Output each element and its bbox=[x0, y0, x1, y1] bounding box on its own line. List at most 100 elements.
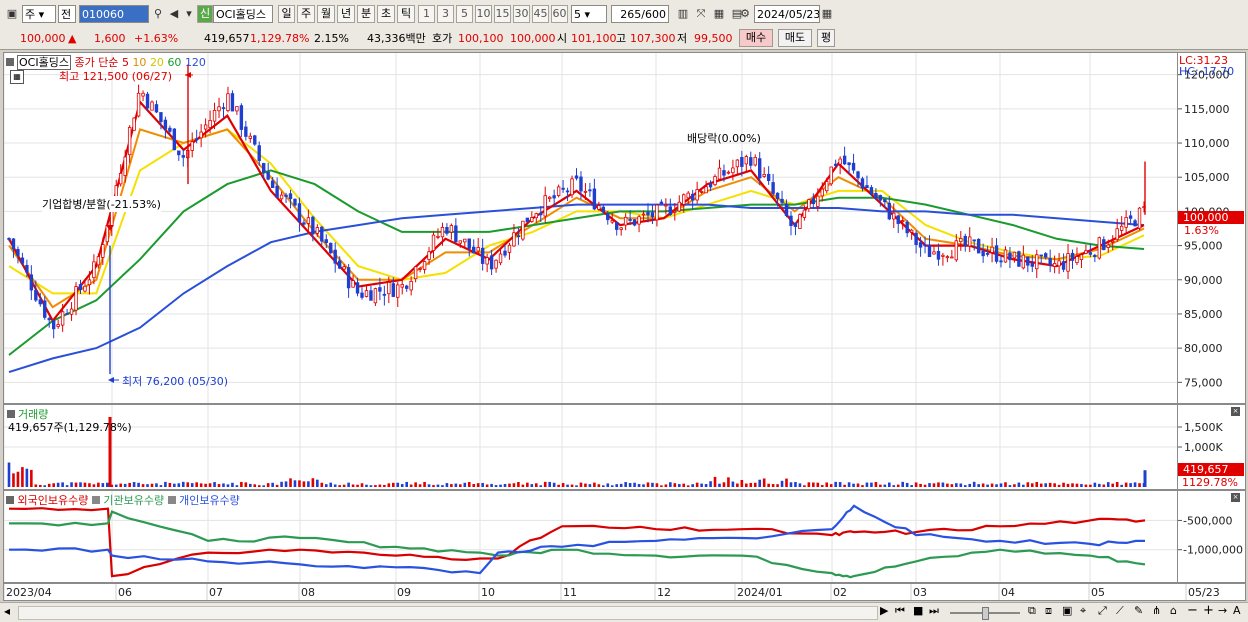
volume-bar bbox=[1138, 483, 1141, 487]
interval-45-button[interactable]: 45 bbox=[532, 5, 549, 23]
sell-button[interactable]: 매도 bbox=[778, 29, 812, 47]
candle-body bbox=[20, 257, 25, 264]
volume-bar bbox=[222, 483, 225, 487]
interval-30-button[interactable]: 30 bbox=[513, 5, 530, 23]
volume-bar bbox=[722, 482, 726, 487]
interval-3-button[interactable]: 3 bbox=[437, 5, 454, 23]
grid-icon[interactable]: ▦ bbox=[711, 5, 727, 23]
candle-body bbox=[793, 222, 798, 227]
candle-body bbox=[516, 235, 521, 238]
text-tool-icon[interactable]: ⌂ bbox=[1170, 604, 1177, 617]
volume-bar bbox=[780, 480, 784, 487]
candle-body bbox=[1088, 252, 1093, 255]
candle-body bbox=[883, 199, 887, 203]
gear-icon[interactable]: ⚙ bbox=[737, 5, 753, 23]
candle-body bbox=[364, 290, 369, 297]
candle-body bbox=[570, 178, 574, 196]
holdings-close-icon[interactable]: × bbox=[1231, 493, 1240, 502]
candle-body bbox=[623, 216, 628, 226]
draw-line-icon[interactable]: ⟋ bbox=[1116, 604, 1124, 618]
interval-select[interactable]: 5 ▾ bbox=[571, 5, 607, 23]
price-tick-label: 110,000 bbox=[1184, 137, 1230, 150]
stock-code-input[interactable]: 010060 bbox=[79, 5, 149, 23]
play-icon[interactable]: ▶ bbox=[880, 604, 888, 617]
sound-icon[interactable]: ◀ bbox=[166, 5, 182, 23]
interval-10-button[interactable]: 10 bbox=[475, 5, 492, 23]
pen-icon[interactable]: ✎ bbox=[1134, 604, 1143, 617]
price-tick-label: 80,000 bbox=[1184, 342, 1223, 355]
volume-bar bbox=[137, 482, 140, 487]
buy-button[interactable]: 매수 bbox=[739, 29, 773, 47]
interval-60-button[interactable]: 60 bbox=[551, 5, 568, 23]
rewind-icon[interactable]: ⏮ bbox=[895, 604, 905, 618]
window-icon[interactable]: ▣ bbox=[4, 5, 20, 23]
period-year-button[interactable]: 년 bbox=[337, 5, 355, 23]
volume-bar bbox=[713, 476, 717, 487]
volume-handle-icon[interactable] bbox=[7, 410, 15, 418]
period-second-button[interactable]: 초 bbox=[377, 5, 395, 23]
volume-bar bbox=[217, 484, 221, 487]
font-size-icon[interactable]: A bbox=[1233, 604, 1241, 617]
arrow-tool-icon[interactable]: → bbox=[1218, 604, 1227, 617]
interval-1-button[interactable]: 1 bbox=[418, 5, 435, 23]
interval-5-button[interactable]: 5 bbox=[456, 5, 473, 23]
search-icon[interactable]: ⚲ bbox=[150, 5, 166, 23]
stop-icon[interactable]: ■ bbox=[913, 604, 923, 617]
period-week-button[interactable]: 주 bbox=[297, 5, 315, 23]
candle-body bbox=[302, 222, 306, 225]
chevron-down-icon[interactable]: ▾ bbox=[181, 5, 197, 23]
legend-handle-icon[interactable] bbox=[6, 58, 14, 66]
interval-15-button[interactable]: 15 bbox=[494, 5, 511, 23]
candle-body bbox=[458, 240, 463, 244]
candle-body bbox=[1035, 254, 1039, 270]
zoom-in-icon[interactable]: + bbox=[1203, 603, 1214, 618]
period-minute-button[interactable]: 분 bbox=[357, 5, 375, 23]
volume-bar bbox=[351, 484, 355, 487]
period-month-button[interactable]: 월 bbox=[317, 5, 335, 23]
candle-type-icon[interactable]: ▥ bbox=[675, 5, 691, 23]
volume-bar-last bbox=[1143, 470, 1147, 487]
volume-bar bbox=[1106, 482, 1110, 487]
zoom-slider-thumb[interactable] bbox=[982, 607, 989, 620]
layout-icon[interactable]: ⧉ bbox=[1028, 604, 1036, 618]
all-toggle[interactable]: 전 bbox=[58, 5, 76, 23]
split-icon[interactable]: ⧈ bbox=[1045, 604, 1052, 618]
candle-body bbox=[547, 196, 552, 200]
scroll-left-icon[interactable]: ◂ bbox=[4, 604, 10, 618]
candle-body bbox=[1052, 263, 1057, 267]
volume-bar bbox=[1044, 483, 1047, 487]
period-day-button[interactable]: 일 bbox=[278, 5, 295, 23]
candle-body bbox=[574, 175, 579, 179]
volume-bar bbox=[1111, 483, 1115, 487]
magnet-icon[interactable]: ⋔ bbox=[1152, 604, 1161, 617]
crosshair-icon[interactable]: ⌖ bbox=[1080, 604, 1086, 618]
evaluate-button[interactable]: 평 bbox=[817, 29, 835, 47]
period-tick-button[interactable]: 틱 bbox=[397, 5, 415, 23]
candle-body bbox=[950, 256, 954, 259]
zoom-out-icon[interactable]: − bbox=[1187, 603, 1198, 618]
volume-bar bbox=[177, 483, 181, 487]
market-type-select[interactable]: 주 ▾ bbox=[22, 5, 56, 23]
date-input[interactable]: 2024/05/23 bbox=[754, 5, 820, 23]
candle-body bbox=[123, 156, 127, 176]
candle-body bbox=[914, 232, 918, 245]
trend-icon[interactable]: ⤢ bbox=[1098, 604, 1107, 618]
volume-bar bbox=[834, 481, 837, 487]
candle-body bbox=[194, 138, 199, 141]
candle-body bbox=[632, 219, 637, 226]
volume-bar bbox=[311, 478, 315, 487]
holdings-handle-icon[interactable] bbox=[6, 496, 14, 504]
calendar-icon[interactable]: ▦ bbox=[819, 5, 835, 23]
compare-icon[interactable]: ⤧ bbox=[693, 5, 709, 23]
candle-body bbox=[963, 235, 967, 246]
candle-body bbox=[637, 216, 641, 225]
volume-close-icon[interactable]: × bbox=[1231, 407, 1240, 416]
table-toggle-icon[interactable]: ▦ bbox=[10, 70, 24, 84]
count-input[interactable]: 265/600 bbox=[611, 5, 669, 23]
candle-body bbox=[641, 213, 646, 216]
volume-bar bbox=[557, 484, 560, 487]
volume-bar bbox=[602, 485, 605, 487]
scroll-track[interactable] bbox=[18, 606, 878, 620]
forward-icon[interactable]: ⏭ bbox=[929, 604, 939, 618]
window-copy-icon[interactable]: ▣ bbox=[1062, 604, 1072, 617]
